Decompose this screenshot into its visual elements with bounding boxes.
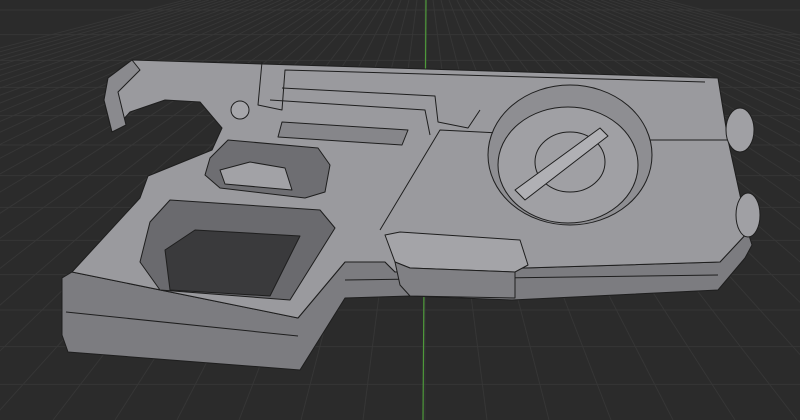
- pistol-model[interactable]: [61, 59, 761, 371]
- muzzle-cap: [735, 192, 761, 238]
- 3d-viewport[interactable]: [0, 0, 800, 420]
- muzzle-cap: [725, 107, 755, 153]
- viewport-canvas[interactable]: [0, 0, 800, 420]
- round-button: [230, 100, 250, 120]
